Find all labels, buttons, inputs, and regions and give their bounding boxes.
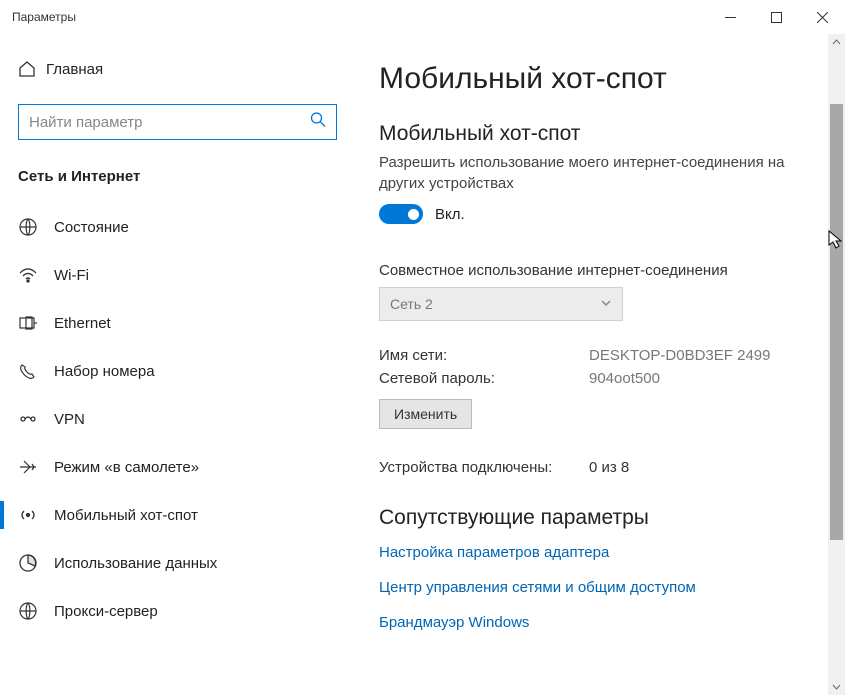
nav-dialup[interactable]: Набор номера — [0, 347, 355, 395]
hotspot-toggle[interactable] — [379, 204, 423, 224]
related-params-title: Сопутствующие параметры — [379, 506, 825, 530]
nav-label: Набор номера — [54, 363, 155, 380]
hotspot-section-title: Мобильный хот-спот — [379, 122, 825, 146]
nav-datausage[interactable]: Использование данных — [0, 539, 355, 587]
status-icon — [18, 217, 54, 237]
nav-label: VPN — [54, 411, 85, 428]
search-input[interactable] — [19, 105, 336, 139]
ethernet-icon — [18, 313, 54, 333]
scroll-down-arrow[interactable] — [828, 678, 845, 695]
edit-button[interactable]: Изменить — [379, 399, 472, 429]
nav-label: Состояние — [54, 219, 129, 236]
nav-airplane[interactable]: Режим «в самолете» — [0, 443, 355, 491]
nav-status[interactable]: Состояние — [0, 203, 355, 251]
hotspot-section-desc: Разрешить использование моего интернет-с… — [379, 152, 825, 194]
nav-label: Использование данных — [54, 555, 217, 572]
devices-connected-label: Устройства подключены: — [379, 459, 589, 476]
category-header: Сеть и Интернет — [0, 168, 355, 185]
dialup-icon — [18, 361, 54, 381]
link-firewall[interactable]: Брандмауэр Windows — [379, 614, 825, 631]
home-nav[interactable]: Главная — [0, 52, 355, 86]
nav-wifi[interactable]: Wi-Fi — [0, 251, 355, 299]
share-label: Совместное использование интернет-соедин… — [379, 262, 825, 279]
main-content: Мобильный хот-спот Мобильный хот-спот Ра… — [355, 34, 845, 695]
home-icon — [18, 60, 46, 78]
dropdown-value: Сеть 2 — [390, 296, 433, 312]
window-title: Параметры — [12, 10, 76, 24]
nav-proxy[interactable]: Прокси-сервер — [0, 587, 355, 635]
minimize-button[interactable] — [707, 0, 753, 34]
network-name-value: DESKTOP-D0BD3EF 2499 — [589, 347, 770, 364]
home-label: Главная — [46, 61, 103, 78]
page-title: Мобильный хот-спот — [379, 62, 825, 96]
nav-ethernet[interactable]: Ethernet — [0, 299, 355, 347]
nav-label: Wi-Fi — [54, 267, 89, 284]
search-icon — [310, 112, 326, 133]
network-password-label: Сетевой пароль: — [379, 370, 589, 387]
close-button[interactable] — [799, 0, 845, 34]
network-name-label: Имя сети: — [379, 347, 589, 364]
window-controls — [707, 0, 845, 34]
nav-label: Ethernet — [54, 315, 111, 332]
datausage-icon — [18, 553, 54, 573]
maximize-button[interactable] — [753, 0, 799, 34]
title-bar: Параметры — [0, 0, 845, 34]
devices-connected-value: 0 из 8 — [589, 459, 629, 476]
nav-label: Режим «в самолете» — [54, 459, 199, 476]
toggle-state-label: Вкл. — [435, 206, 465, 223]
link-network-center[interactable]: Центр управления сетями и общим доступом — [379, 579, 825, 596]
nav-label: Мобильный хот-спот — [54, 507, 198, 524]
link-adapter-settings[interactable]: Настройка параметров адаптера — [379, 544, 825, 561]
nav-label: Прокси-сервер — [54, 603, 158, 620]
search-box[interactable] — [18, 104, 337, 140]
share-connection-dropdown[interactable]: Сеть 2 — [379, 287, 623, 321]
wifi-icon — [18, 265, 54, 285]
nav-hotspot[interactable]: Мобильный хот-спот — [0, 491, 355, 539]
sidebar: Главная Сеть и Интернет Состояние Wi-Fi — [0, 34, 355, 695]
nav-vpn[interactable]: VPN — [0, 395, 355, 443]
network-password-value: 904oot500 — [589, 370, 660, 387]
scrollbar-thumb[interactable] — [830, 104, 843, 540]
hotspot-icon — [18, 505, 54, 525]
chevron-down-icon — [600, 296, 612, 312]
scroll-up-arrow[interactable] — [828, 34, 845, 51]
vpn-icon — [18, 409, 54, 429]
vertical-scrollbar[interactable] — [828, 34, 845, 695]
proxy-icon — [18, 601, 54, 621]
airplane-icon — [18, 457, 54, 477]
